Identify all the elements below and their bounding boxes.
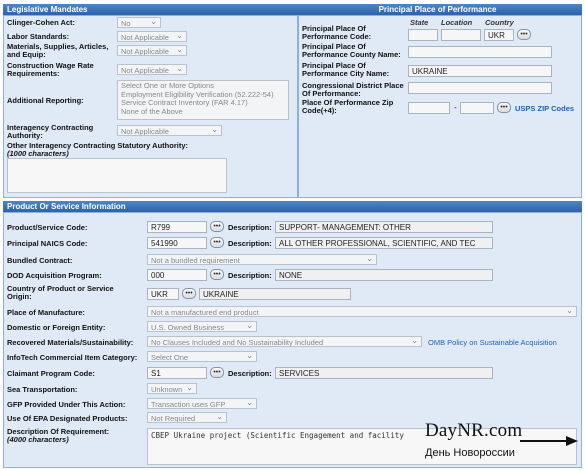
psc-input[interactable]: R799: [147, 221, 207, 233]
pop-zip4-input[interactable]: [460, 102, 494, 114]
pop-district-input[interactable]: [408, 82, 552, 94]
place-title: Principal Place of Performance: [378, 5, 497, 14]
origin-lookup-button[interactable]: •••: [182, 288, 196, 299]
claimant-input[interactable]: S1: [147, 367, 207, 379]
interagency-select[interactable]: Not Applicable: [117, 125, 222, 136]
construction-select[interactable]: Not Applicable: [117, 64, 187, 75]
pop-city-input[interactable]: UKRAINE: [408, 65, 552, 77]
naics-desc-label: Description:: [228, 239, 272, 248]
materials-select[interactable]: Not Applicable: [117, 45, 187, 56]
clinger-label: Clinger-Cohen Act:: [7, 18, 76, 27]
psc-desc-label: Description:: [228, 223, 272, 232]
pop-zip-label: Place Of Performance Zip Code(+4):: [302, 98, 394, 115]
construction-label: Construction Wage Rate Requirements:: [7, 61, 94, 78]
origin-input[interactable]: UKR: [147, 288, 179, 300]
dod-lookup-button[interactable]: •••: [210, 269, 224, 280]
epa-select[interactable]: Not Required: [147, 412, 227, 423]
clinger-select[interactable]: No: [117, 17, 161, 28]
additional-label: Additional Reporting:: [7, 96, 84, 105]
claimant-desc-input: SERVICES: [275, 367, 493, 379]
pop-country-input[interactable]: UKR: [484, 29, 514, 41]
additional-listbox[interactable]: Select One or More Options Employment El…: [117, 80, 289, 120]
naics-label: Principal NAICS Code:: [7, 239, 88, 248]
pop-county-label: Principal Place Of Performance County Na…: [302, 42, 401, 59]
arrow-right-icon: [520, 436, 578, 446]
pop-state-input[interactable]: [408, 29, 438, 41]
psc-label: Product/Service Code:: [7, 223, 88, 232]
pop-district-label: Congressional District Place Of Performa…: [302, 81, 404, 98]
domestic-select[interactable]: U.S. Owned Business: [147, 321, 257, 332]
pop-zip-input[interactable]: [408, 102, 450, 114]
labor-label: Labor Standards:: [7, 32, 70, 41]
materials-label: Materials, Supplies, Articles, and Equip…: [7, 42, 109, 59]
pop-county-input[interactable]: [408, 46, 552, 58]
manufacture-select[interactable]: Not a manufactured end product: [147, 306, 577, 317]
manufacture-label: Place of Manufacture:: [7, 308, 85, 317]
pop-country-lookup-button[interactable]: •••: [517, 29, 531, 40]
dod-input[interactable]: 000: [147, 269, 207, 281]
interagency-label: Interagency Contracting Authority:: [7, 123, 94, 140]
product-title: Product Or Service Information: [7, 202, 126, 211]
col-location-header: Location: [441, 18, 473, 27]
bundled-label: Bundled Contract:: [7, 256, 73, 265]
col-country-header: Country: [485, 18, 514, 27]
sea-label: Sea Transportation:: [7, 385, 78, 394]
watermark-tagline: День Новороссии: [425, 447, 515, 459]
gfp-select[interactable]: Transaction uses GFP: [147, 398, 257, 409]
dod-desc-input: NONE: [275, 269, 493, 281]
epa-label: Use Of EPA Designated Products:: [7, 414, 128, 423]
pop-zip-lookup-button[interactable]: •••: [497, 102, 511, 113]
desc-req-note: (4000 characters): [7, 435, 69, 444]
omb-policy-link[interactable]: OMB Policy on Sustainable Acquisition: [428, 338, 557, 347]
recovered-select[interactable]: No Clauses Included and No Sustainabilit…: [147, 336, 422, 347]
infotech-label: InfoTech Commercial Item Category:: [7, 353, 138, 362]
pop-zip-dash: -: [454, 103, 457, 112]
origin-name-input: UKRAINE: [199, 288, 351, 300]
labor-select[interactable]: Not Applicable: [117, 31, 187, 42]
pop-location-input[interactable]: [441, 29, 481, 41]
other-interagency-textarea[interactable]: [7, 158, 227, 193]
recovered-label: Recovered Materials/Sustainability:: [7, 338, 134, 347]
naics-lookup-button[interactable]: •••: [210, 237, 224, 248]
pop-city-label: Principal Place Of Performance City Name…: [302, 61, 390, 78]
claimant-lookup-button[interactable]: •••: [210, 367, 224, 378]
dod-desc-label: Description:: [228, 271, 272, 280]
product-header: Product Or Service Information: [3, 201, 582, 212]
infotech-select[interactable]: Select One: [147, 351, 257, 362]
psc-desc-input: SUPPORT- MANAGEMENT: OTHER: [275, 221, 493, 233]
usps-zip-link[interactable]: USPS ZIP Codes: [515, 104, 574, 113]
legislative-title: Legislative Mandates: [7, 5, 88, 14]
legislative-header: Legislative Mandates: [3, 4, 297, 15]
claimant-desc-label: Description:: [228, 369, 272, 378]
domestic-label: Domestic or Foreign Entity:: [7, 323, 106, 332]
bundled-select[interactable]: Not a bundled requirement: [147, 254, 377, 265]
naics-input[interactable]: 541990: [147, 237, 207, 249]
additional-option[interactable]: None of the Above: [121, 107, 285, 117]
other-interagency-note: (1000 characters): [7, 149, 69, 158]
naics-desc-input: ALL OTHER PROFESSIONAL, SCIENTIFIC, AND …: [275, 237, 493, 249]
gfp-label: GFP Provided Under This Action:: [7, 400, 126, 409]
origin-label: Country of Product or Service Origin:: [7, 284, 114, 301]
place-header: Principal Place of Performance: [293, 4, 582, 15]
watermark-site: DayNR.com: [425, 420, 523, 441]
sea-select[interactable]: Unknown: [147, 383, 197, 394]
dod-label: DOD Acquisition Program:: [7, 271, 102, 280]
col-state-header: State: [410, 18, 429, 27]
claimant-label: Claimant Program Code:: [7, 369, 95, 378]
pop-code-label: Principal Place Of Performance Code:: [302, 24, 372, 41]
psc-lookup-button[interactable]: •••: [210, 221, 224, 232]
